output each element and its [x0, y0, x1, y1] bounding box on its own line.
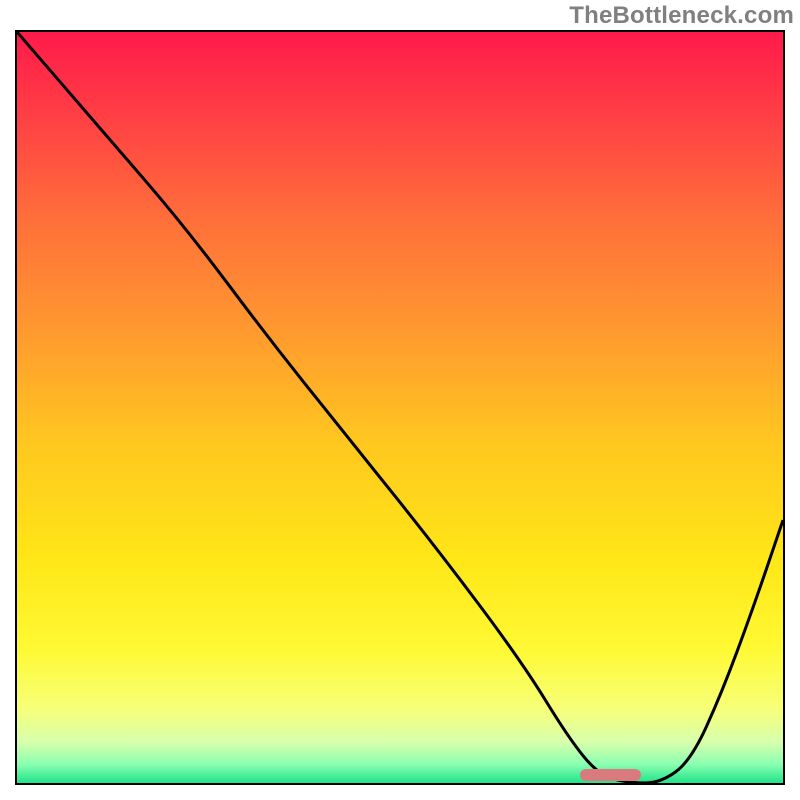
heat-background [17, 32, 783, 783]
optimal-marker [580, 769, 641, 781]
watermark-text: TheBottleneck.com [569, 2, 794, 30]
plot-svg [17, 32, 783, 783]
plot-frame [15, 30, 785, 785]
chart-container: TheBottleneck.com [0, 0, 800, 800]
